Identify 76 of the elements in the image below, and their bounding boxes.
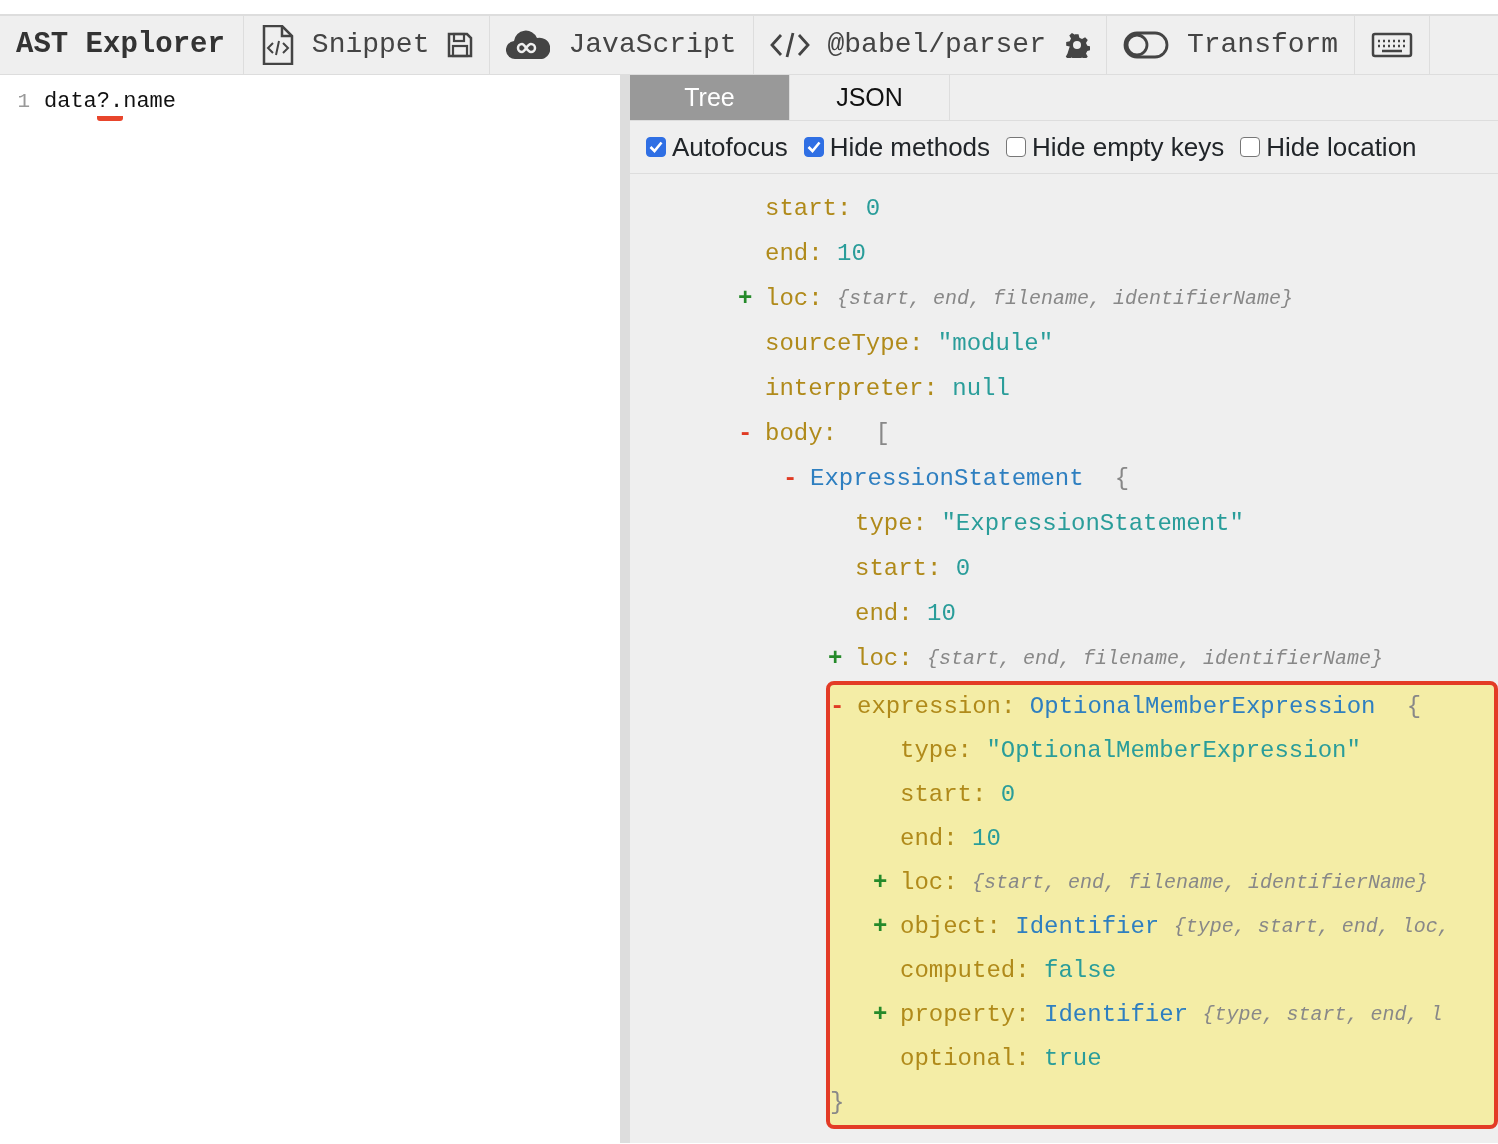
- property-key[interactable]: type:: [900, 733, 972, 769]
- property-key[interactable]: object:: [900, 909, 1001, 945]
- property-key[interactable]: start:: [765, 190, 852, 227]
- expand-toggle[interactable]: +: [873, 997, 900, 1033]
- toolbar-label[interactable]: Transform: [1186, 24, 1339, 66]
- property-value: "OptionalMemberExpression": [986, 736, 1361, 766]
- checkbox[interactable]: [1240, 137, 1261, 157]
- gear-icon[interactable]: [1063, 32, 1090, 58]
- bracket: {: [1406, 692, 1422, 722]
- property-summary: {start, end, filename, identifierName}: [972, 870, 1429, 896]
- node-type: ExpressionStatement: [810, 463, 1084, 494]
- checkbox[interactable]: [803, 137, 824, 157]
- collapse-toggle[interactable]: -: [830, 689, 857, 725]
- save-icon[interactable]: [447, 32, 474, 58]
- property-key[interactable]: interpreter:: [765, 370, 938, 407]
- property-summary: {start, end, filename, identifierName}: [927, 645, 1384, 672]
- property-value: 0: [1000, 780, 1016, 810]
- splitter-handle[interactable]: [620, 75, 630, 1143]
- code-line: data?.name: [44, 85, 177, 118]
- bracket: }: [830, 1088, 845, 1118]
- property-value: 10: [837, 238, 866, 269]
- property-summary: {type, start, end, l: [1202, 1002, 1443, 1028]
- checkbox[interactable]: [646, 137, 666, 157]
- tab[interactable]: JSON: [790, 75, 950, 120]
- property-key[interactable]: optional:: [900, 1041, 1030, 1077]
- property-key[interactable]: property:: [900, 997, 1030, 1033]
- property-value: true: [1044, 1044, 1102, 1074]
- tab[interactable]: Tree: [630, 75, 790, 120]
- property-key[interactable]: type:: [855, 505, 927, 542]
- toolbar-label[interactable]: Snippet: [311, 24, 430, 66]
- expand-toggle[interactable]: +: [873, 909, 900, 945]
- property-value: 0: [955, 553, 971, 584]
- bracket: {: [1114, 463, 1130, 494]
- property-key[interactable]: end:: [855, 595, 913, 632]
- property-key[interactable]: loc:: [855, 640, 913, 677]
- expand-toggle[interactable]: +: [828, 640, 855, 677]
- cloud-icon[interactable]: [506, 30, 551, 60]
- code-icon[interactable]: [769, 31, 810, 59]
- property-key[interactable]: computed:: [900, 953, 1030, 989]
- property-key[interactable]: start:: [855, 550, 942, 587]
- property-value: "ExpressionStatement": [941, 508, 1244, 539]
- collapse-toggle[interactable]: -: [738, 415, 765, 452]
- checkbox-label[interactable]: Hide empty keys: [1032, 127, 1225, 167]
- property-key[interactable]: expression:: [857, 689, 1016, 725]
- keyboard-icon[interactable]: [1371, 32, 1414, 58]
- property-value: null: [952, 373, 1010, 404]
- property-value: 10: [927, 598, 956, 629]
- property-key[interactable]: loc:: [900, 865, 958, 901]
- property-value: 0: [865, 193, 881, 224]
- property-key[interactable]: loc:: [765, 280, 823, 317]
- property-value: "module": [937, 328, 1054, 359]
- node-type: Identifier: [1044, 1000, 1189, 1030]
- property-key[interactable]: body:: [765, 415, 837, 452]
- property-value: 10: [972, 824, 1001, 854]
- app-title: AST Explorer: [0, 16, 244, 74]
- checkbox[interactable]: [1006, 137, 1027, 157]
- node-type: OptionalMemberExpression: [1029, 692, 1376, 722]
- property-summary: {type, start, end, loc,: [1173, 914, 1450, 940]
- toolbar-label[interactable]: @babel/parser: [827, 24, 1046, 66]
- checkbox-label[interactable]: Hide location: [1266, 127, 1417, 167]
- checkbox-label[interactable]: Hide methods: [829, 127, 991, 167]
- toggle-icon[interactable]: [1122, 31, 1169, 59]
- expand-toggle[interactable]: +: [738, 280, 765, 317]
- collapse-toggle[interactable]: -: [783, 460, 810, 497]
- property-key[interactable]: sourceType:: [765, 325, 924, 362]
- checkbox-label[interactable]: Autofocus: [672, 127, 788, 167]
- property-summary: {start, end, filename, identifierName}: [837, 285, 1294, 312]
- toolbar-label[interactable]: JavaScript: [568, 24, 737, 66]
- property-key[interactable]: end:: [765, 235, 823, 272]
- node-type: Identifier: [1015, 912, 1160, 942]
- property-key[interactable]: end:: [900, 821, 958, 857]
- line-number: 1: [16, 88, 31, 115]
- expand-toggle[interactable]: +: [873, 865, 900, 901]
- property-key[interactable]: start:: [900, 777, 987, 813]
- bracket: [: [875, 418, 890, 449]
- property-value: false: [1044, 956, 1117, 986]
